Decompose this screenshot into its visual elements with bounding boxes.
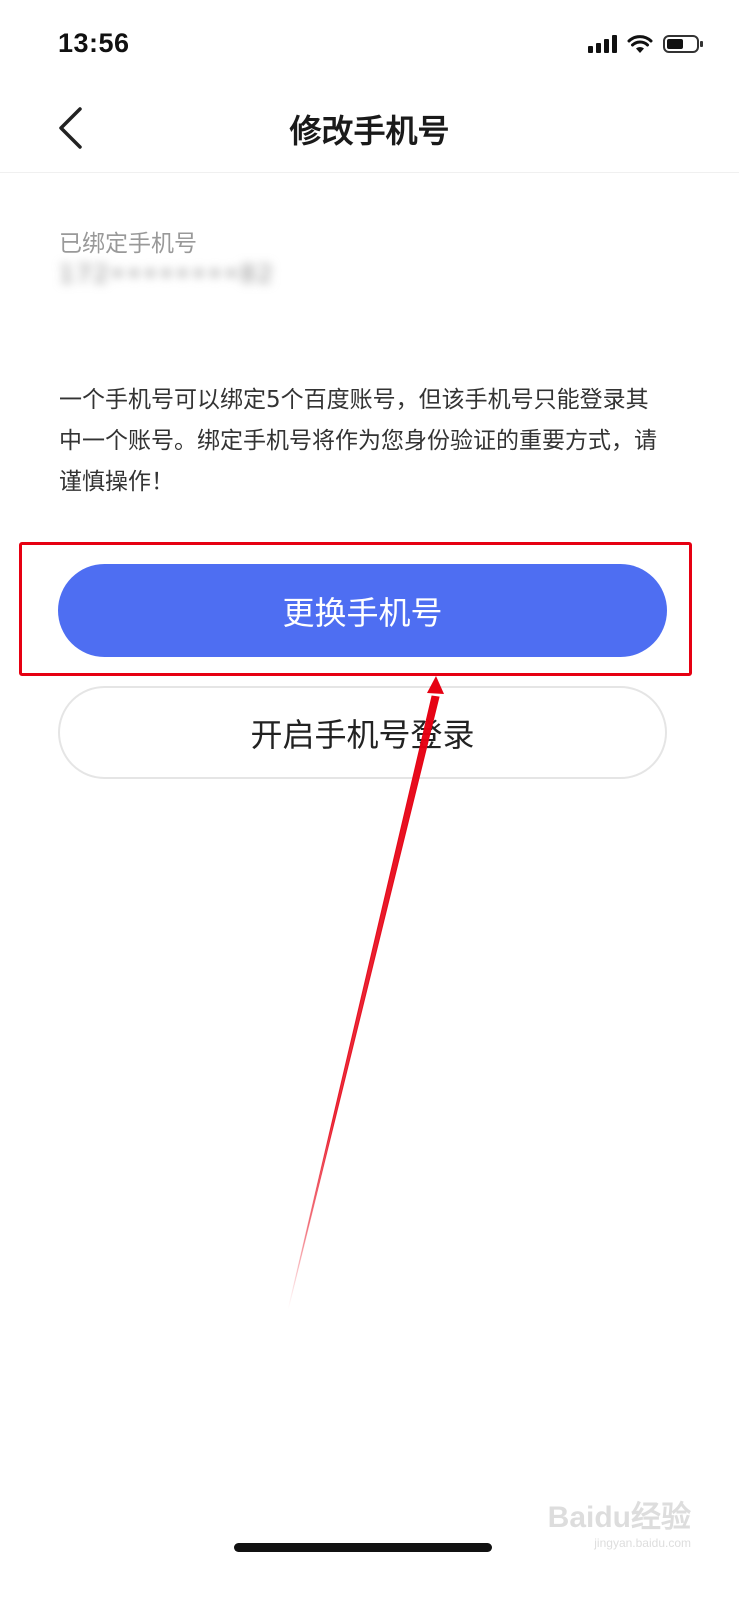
status-time: 13:56	[58, 28, 130, 58]
wifi-icon	[627, 35, 653, 53]
watermark-brand: Baidu经验	[547, 1501, 691, 1534]
battery-icon	[663, 35, 703, 53]
navigation-bar: 修改手机号	[0, 88, 739, 173]
status-bar: 13:56	[0, 0, 739, 88]
baidu-jingyan-watermark: Baidu经验 jingyan.baidu.com	[548, 1492, 691, 1550]
home-indicator[interactable]	[234, 1543, 492, 1552]
binding-notice: 一个手机号可以绑定5个百度账号，但该手机号只能登录其中一个账号。绑定手机号将作为…	[59, 387, 657, 495]
bound-phone-number: 172••••••••82	[59, 260, 275, 288]
watermark-url: jingyan.baidu.com	[594, 1536, 691, 1550]
cellular-signal-icon	[588, 35, 617, 53]
bound-phone-label: 已绑定手机号	[59, 231, 197, 257]
change-phone-button[interactable]: 更换手机号	[58, 564, 667, 657]
page-title: 修改手机号	[289, 112, 450, 150]
status-icons	[588, 34, 703, 54]
enable-phone-login-button[interactable]: 开启手机号登录	[58, 686, 667, 779]
